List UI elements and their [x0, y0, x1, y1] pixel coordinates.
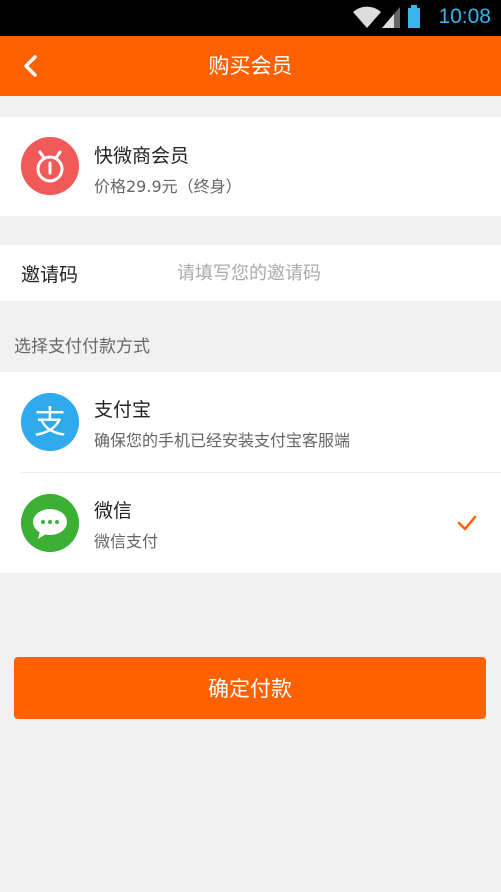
- invite-code-label: 邀请码: [21, 264, 79, 286]
- invite-code-input[interactable]: [177, 253, 477, 293]
- confirm-payment-button[interactable]: 确定付款: [14, 657, 486, 719]
- checkmark-icon: [457, 515, 477, 531]
- product-price: 价格29.9元（终身）: [94, 177, 242, 196]
- product-card: 快微商会员 价格29.9元（终身）: [0, 117, 501, 216]
- invite-code-row: 邀请码: [0, 245, 501, 301]
- wechat-icon: [21, 494, 79, 552]
- page-title: 购买会员: [208, 54, 293, 78]
- svg-text:支: 支: [34, 403, 66, 441]
- wifi-icon: [353, 6, 381, 28]
- alipay-icon: 支: [21, 393, 79, 451]
- product-name: 快微商会员: [94, 145, 190, 167]
- signal-icon: [382, 7, 400, 28]
- payment-option-alipay[interactable]: 支 支付宝 确保您的手机已经安装支付宝客服端: [0, 372, 501, 473]
- wechat-desc: 微信支付: [94, 532, 159, 551]
- wechat-name: 微信: [94, 500, 133, 522]
- status-time: 10:08: [438, 5, 491, 28]
- payment-option-wechat[interactable]: 微信 微信支付: [0, 473, 501, 573]
- app-bar: 购买会员: [0, 36, 501, 96]
- alipay-desc: 确保您的手机已经安装支付宝客服端: [94, 431, 351, 450]
- product-logo-icon: [21, 137, 79, 195]
- alipay-name: 支付宝: [94, 399, 152, 421]
- payment-methods: 支 支付宝 确保您的手机已经安装支付宝客服端 微信 微信支付: [0, 372, 501, 573]
- battery-icon: [408, 5, 420, 28]
- payment-section-label: 选择支付付款方式: [14, 337, 150, 357]
- status-bar: 10:08: [0, 0, 501, 36]
